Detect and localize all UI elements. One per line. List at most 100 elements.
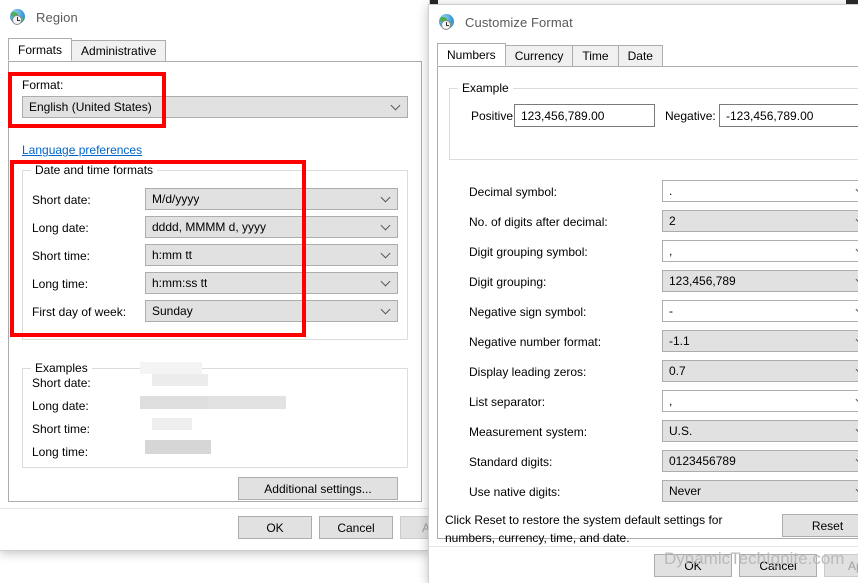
tab-date[interactable]: Date (617, 45, 663, 66)
example-short-time-label: Short time: (32, 422, 91, 436)
tab-time[interactable]: Time (572, 45, 619, 66)
measurement-system-label: Measurement system: (469, 425, 588, 439)
date-time-formats-group-title: Date and time formats (31, 163, 158, 177)
negative-number-format-label: Negative number format: (469, 335, 602, 349)
example-group-title: Example (458, 81, 513, 95)
example-negative-field[interactable]: -123,456,789.00 (719, 104, 858, 127)
digit-grouping-value: 123,456,789 (669, 274, 736, 288)
list-separator-value: , (669, 394, 673, 408)
digits-after-decimal-label: No. of digits after decimal: (469, 215, 608, 229)
display-leading-zeros-value: 0.7 (669, 364, 686, 378)
example-negative-label: Negative: (665, 109, 716, 123)
measurement-system-value: U.S. (669, 424, 693, 438)
long-time-label: Long time: (32, 277, 89, 291)
customize-footer-divider (429, 546, 858, 547)
example-value-redacted (152, 374, 208, 386)
chevron-down-icon (382, 278, 390, 286)
chevron-down-icon (382, 250, 390, 258)
example-value-redacted (140, 362, 202, 374)
examples-group-title: Examples (31, 361, 92, 375)
format-combobox[interactable]: English (United States) (22, 96, 408, 118)
list-separator-label: List separator: (469, 395, 546, 409)
chevron-down-icon (382, 306, 390, 314)
negative-sign-symbol-label: Negative sign symbol: (469, 305, 587, 319)
tab-currency[interactable]: Currency (504, 45, 574, 66)
digit-grouping-symbol-value: , (669, 244, 673, 258)
negative-number-format-value: -1.1 (669, 334, 690, 348)
tab-formats[interactable]: Formats (8, 38, 73, 61)
example-value-redacted (145, 440, 211, 454)
digits-after-decimal-value: 2 (669, 214, 676, 228)
digit-grouping-symbol-label: Digit grouping symbol: (469, 245, 588, 259)
region-window-title: Region (36, 10, 78, 25)
use-native-digits-combobox[interactable]: Never (662, 480, 858, 502)
standard-digits-label: Standard digits: (469, 455, 553, 469)
standard-digits-combobox[interactable]: 0123456789 (662, 450, 858, 472)
example-value-redacted (140, 396, 208, 409)
first-day-of-week-value: Sunday (152, 304, 193, 318)
short-time-value: h:mm tt (152, 248, 193, 262)
use-native-digits-label: Use native digits: (469, 485, 561, 499)
digit-grouping-symbol-combobox[interactable]: , (662, 240, 858, 262)
chevron-down-icon (382, 194, 390, 202)
screenshot-root: Region Formats Administrative Format: En… (0, 0, 858, 583)
example-value-redacted (152, 418, 192, 430)
first-day-of-week-combobox[interactable]: Sunday (145, 300, 398, 322)
region-window: Region Formats Administrative Format: En… (0, 0, 474, 551)
chevron-down-icon (382, 222, 390, 230)
customize-format-window: Customize Format Numbers Currency Time D… (428, 4, 858, 583)
measurement-system-combobox[interactable]: U.S. (662, 420, 858, 442)
digit-grouping-combobox[interactable]: 123,456,789 (662, 270, 858, 292)
example-long-time-label: Long time: (32, 445, 89, 459)
region-footer-divider (0, 508, 430, 509)
long-time-combobox[interactable]: h:mm:ss tt (145, 272, 398, 294)
long-date-value: dddd, MMMM d, yyyy (152, 220, 267, 234)
example-positive-value: 123,456,789.00 (521, 108, 605, 123)
list-separator-combobox[interactable]: , (662, 390, 858, 412)
additional-settings-button[interactable]: Additional settings... (238, 477, 398, 500)
negative-number-format-combobox[interactable]: -1.1 (662, 330, 858, 352)
chevron-down-icon (392, 102, 400, 110)
customize-globe-clock-icon (439, 13, 457, 32)
example-positive-label: Positive: (471, 109, 517, 123)
decimal-symbol-combobox[interactable]: . (662, 180, 858, 202)
decimal-symbol-value: . (669, 184, 673, 198)
reset-hint-line-1: Click Reset to restore the system defaul… (445, 513, 723, 527)
example-value-redacted (208, 396, 286, 409)
standard-digits-value: 0123456789 (669, 454, 736, 468)
format-label: Format: (22, 78, 64, 92)
reset-hint-line-2: numbers, currency, time, and date. (445, 531, 630, 545)
short-date-value: M/d/yyyy (152, 192, 200, 206)
reset-button[interactable]: Reset (782, 514, 858, 537)
region-titlebar: Region (0, 0, 429, 36)
long-date-combobox[interactable]: dddd, MMMM d, yyyy (145, 216, 398, 238)
long-date-label: Long date: (32, 221, 89, 235)
region-globe-clock-icon (10, 8, 28, 27)
digits-after-decimal-combobox[interactable]: 2 (662, 210, 858, 232)
short-time-combobox[interactable]: h:mm tt (145, 244, 398, 266)
short-date-combobox[interactable]: M/d/yyyy (145, 188, 398, 210)
short-time-label: Short time: (32, 249, 91, 263)
display-leading-zeros-combobox[interactable]: 0.7 (662, 360, 858, 382)
language-preferences-link[interactable]: Language preferences (22, 143, 142, 157)
example-negative-value: -123,456,789.00 (726, 108, 814, 123)
tab-numbers[interactable]: Numbers (437, 43, 506, 66)
first-day-of-week-label: First day of week: (32, 305, 127, 319)
watermark-text: DynamicTechIgnite.com (664, 549, 845, 568)
customize-titlebar: Customize Format (429, 5, 858, 41)
use-native-digits-value: Never (669, 484, 702, 498)
decimal-symbol-label: Decimal symbol: (469, 185, 558, 199)
example-positive-field[interactable]: 123,456,789.00 (514, 104, 655, 127)
display-leading-zeros-label: Display leading zeros: (469, 365, 587, 379)
tab-administrative[interactable]: Administrative (71, 40, 167, 61)
customize-tabstrip: Numbers Currency Time Date (437, 43, 858, 67)
format-combobox-value: English (United States) (29, 100, 152, 114)
long-time-value: h:mm:ss tt (152, 276, 208, 290)
region-cancel-button[interactable]: Cancel (319, 516, 393, 539)
region-tabstrip: Formats Administrative (8, 38, 422, 62)
region-ok-button[interactable]: OK (238, 516, 312, 539)
example-short-date-label: Short date: (32, 376, 91, 390)
short-date-label: Short date: (32, 193, 91, 207)
negative-sign-symbol-combobox[interactable]: - (662, 300, 858, 322)
digit-grouping-label: Digit grouping: (469, 275, 547, 289)
